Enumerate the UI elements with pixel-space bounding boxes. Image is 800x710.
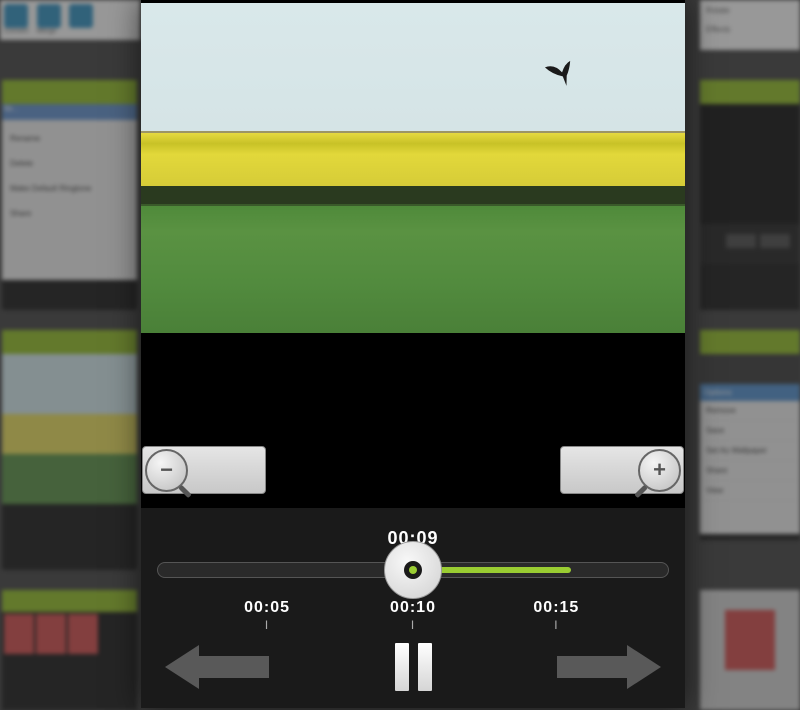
zoom-in-icon: + bbox=[638, 449, 681, 492]
arrow-right-icon bbox=[627, 645, 661, 689]
bird-silhouette bbox=[542, 55, 588, 100]
video-sky bbox=[141, 3, 685, 131]
marker-label: 00:05 bbox=[244, 599, 290, 616]
bg-thumbnail-1: file... Rename Delete Make Default Ringt… bbox=[2, 80, 137, 310]
video-yellow-field bbox=[141, 131, 685, 186]
arrow-left-icon bbox=[165, 645, 199, 689]
zoom-out-button[interactable]: − bbox=[142, 446, 266, 494]
pause-icon bbox=[418, 643, 432, 691]
step-back-button[interactable] bbox=[165, 652, 269, 682]
bg-thumbnail-right-1 bbox=[700, 80, 800, 310]
video-green-field bbox=[141, 204, 685, 333]
plus-symbol: + bbox=[653, 459, 666, 481]
bg-toolbar-left: Convert Merge bbox=[0, 0, 140, 40]
bg-thumbnail-right-3 bbox=[700, 590, 800, 710]
marker-label: 00:15 bbox=[533, 599, 579, 616]
minus-symbol: − bbox=[160, 459, 173, 481]
handle-dot-icon bbox=[404, 561, 422, 579]
step-forward-button[interactable] bbox=[557, 652, 661, 682]
timeline-handle[interactable] bbox=[384, 541, 442, 599]
zoom-in-button[interactable]: + bbox=[560, 446, 684, 494]
bg-thumbnail-2 bbox=[2, 330, 137, 570]
video-player-panel: − + 00:09 00:05 | 00:10 | bbox=[141, 0, 685, 708]
video-tree-line bbox=[141, 186, 685, 204]
timeline-slider[interactable] bbox=[157, 567, 669, 573]
marker-label: 00:10 bbox=[390, 599, 436, 616]
video-frame bbox=[141, 3, 685, 333]
time-marker-2: 00:10 | bbox=[390, 599, 436, 629]
player-controls: 00:09 00:05 | 00:10 | 00:15 | bbox=[141, 508, 685, 708]
playback-buttons bbox=[141, 625, 685, 691]
pause-icon bbox=[395, 643, 409, 691]
bg-thumbnail-right-2: Options Remove Save Set As Wallpaper Sha… bbox=[700, 330, 800, 540]
pause-button[interactable] bbox=[395, 643, 432, 691]
zoom-out-icon: − bbox=[145, 449, 188, 492]
time-marker-1: 00:05 | bbox=[244, 599, 290, 629]
video-viewport: − + bbox=[141, 0, 685, 508]
bg-thumbnail-3 bbox=[2, 590, 137, 710]
time-marker-3: 00:15 | bbox=[533, 599, 579, 629]
time-markers: 00:05 | 00:10 | 00:15 | bbox=[157, 599, 669, 625]
bg-toolbar-right: Rotate Effects bbox=[700, 0, 800, 50]
